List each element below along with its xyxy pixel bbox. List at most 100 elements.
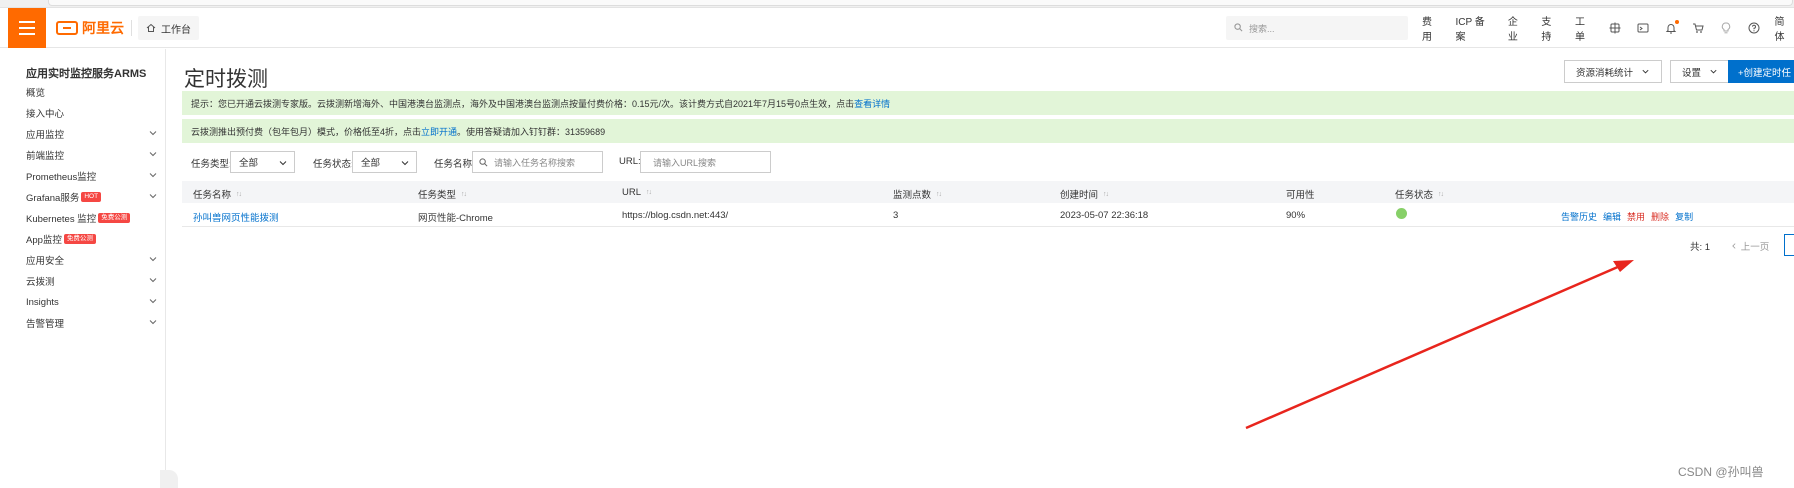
nav-link-billing[interactable]: 费用 (1422, 13, 1442, 43)
column-header-points[interactable]: 监测点数 ↑↓ (893, 187, 942, 201)
hamburger-menu-button[interactable] (8, 8, 46, 48)
created-time-cell: 2023-05-07 22:36:18 (1060, 210, 1149, 221)
top-scrollbar[interactable] (48, 0, 1793, 6)
url-input[interactable]: 请输入URL搜索 (640, 151, 771, 173)
nav-link-icp[interactable]: ICP 备案 (1456, 13, 1494, 43)
sidebar-item-label: 接入中心 (26, 109, 65, 120)
notification-dot (1674, 20, 1679, 24)
view-details-link[interactable]: 查看详情 (854, 97, 890, 110)
workbench-button[interactable]: 工作台 (138, 16, 199, 40)
page-number-box (1784, 234, 1794, 256)
global-search-input[interactable]: 搜索... (1226, 16, 1408, 40)
prev-page-button[interactable]: 上一页 (1730, 239, 1769, 253)
availability-cell: 90% (1286, 210, 1306, 221)
sidebar-item-insights[interactable]: Insights (26, 292, 158, 312)
sort-icon: ↑↓ (1103, 190, 1109, 198)
sidebar-item-alert-management[interactable]: 告警管理 (26, 313, 158, 333)
alert-history-link[interactable]: 告警历史 (1561, 210, 1597, 223)
nav-link-ticket[interactable]: 工单 (1575, 13, 1595, 43)
column-header-task-type[interactable]: 任务类型 ↑↓ (418, 187, 467, 201)
row-actions: 告警历史 编辑 禁用 删除 复制 (1561, 210, 1693, 223)
column-header-label: 任务名称 (193, 190, 232, 201)
column-header-task-name[interactable]: 任务名称 ↑↓ (193, 187, 242, 201)
sidebar: 应用实时监控服务ARMS 概览 接入中心 应用监控 前端监控 Prometheu… (8, 49, 166, 488)
chevron-down-icon (1642, 69, 1649, 74)
table-header: 任务名称 ↑↓ 任务类型 ↑↓ URL ↑↓ 监测点数 ↑↓ 创建时间 ↑↓ 可用性 任务… (182, 181, 1794, 203)
language-switch[interactable]: 简体 (1775, 13, 1794, 43)
sidebar-item-kubernetes[interactable]: Kubernetes 监控 免费公测 (26, 208, 158, 228)
task-status-select[interactable]: 全部 (352, 151, 417, 173)
task-name-link[interactable]: 孙叫兽网页性能拨测 (193, 210, 279, 224)
sidebar-item-grafana[interactable]: Grafana服务 HOT (26, 187, 158, 207)
column-header-label: 任务类型 (418, 190, 457, 201)
table-row: 孙叫兽网页性能拨测 网页性能-Chrome https://blog.csdn.… (182, 203, 1794, 227)
sidebar-item-label: App监控 (26, 235, 62, 246)
sidebar-item-access-center[interactable]: 接入中心 (26, 103, 158, 123)
notice-text: 提示：您已开通云拨测专家版。云拨测新增海外、中国港澳台监测点，海外及中国港澳台监… (191, 98, 855, 109)
cart-icon[interactable] (1692, 21, 1706, 35)
sidebar-title: 应用实时监控服务ARMS (26, 68, 147, 80)
task-name-input[interactable]: 请输入任务名称搜索 (472, 151, 603, 173)
resource-stats-label: 资源消耗统计 (1576, 67, 1634, 79)
edit-link[interactable]: 编辑 (1603, 210, 1621, 223)
notification-bell-icon[interactable] (1664, 20, 1679, 35)
settings-label: 设置 (1682, 67, 1702, 79)
sidebar-item-label: 前端监控 (26, 151, 65, 162)
column-header-created[interactable]: 创建时间 ↑↓ (1060, 187, 1109, 201)
disable-link[interactable]: 禁用 (1627, 210, 1645, 223)
sidebar-item-app-monitoring[interactable]: App监控 免费公测 (26, 229, 158, 249)
logo-text: 阿里云 (82, 20, 124, 36)
sidebar-item-frontend-monitor[interactable]: 前端监控 (26, 145, 158, 165)
terminal-icon[interactable] (1636, 21, 1650, 35)
pagination: 共: 1 上一页 (1690, 239, 1769, 253)
chevron-down-icon (149, 257, 157, 262)
task-type-cell: 网页性能-Chrome (418, 213, 493, 224)
aliyun-logo[interactable]: 阿里云 (56, 19, 124, 37)
menu-line-icon (19, 21, 35, 23)
free-beta-badge: 免费公测 (98, 213, 131, 223)
task-status-label: 任务状态: (313, 159, 354, 170)
column-header-label: 监测点数 (893, 190, 932, 201)
column-header-status[interactable]: 任务状态 ↑↓ (1395, 187, 1444, 201)
chevron-down-icon (401, 161, 409, 166)
sort-icon: ↑↓ (461, 190, 467, 198)
nav-link-enterprise[interactable]: 企业 (1508, 13, 1528, 43)
menu-line-icon (19, 33, 35, 35)
free-beta-badge: 免费公测 (63, 234, 96, 244)
task-type-value: 全部 (239, 158, 259, 169)
url-cell: https://blog.csdn.net:443/ (622, 210, 729, 221)
aliyun-logo-icon (56, 21, 78, 35)
sidebar-item-app-monitor[interactable]: 应用监控 (26, 124, 158, 144)
sidebar-item-label: Insights (26, 296, 59, 308)
browser-top-strip (0, 0, 1794, 8)
task-type-select[interactable]: 全部 (230, 151, 295, 173)
sidebar-item-overview[interactable]: 概览 (26, 82, 158, 102)
hot-badge: HOT (81, 192, 102, 202)
sidebar-item-label: Kubernetes 监控 (26, 214, 97, 225)
chevron-down-icon (149, 194, 157, 199)
sidebar-item-prometheus[interactable]: Prometheus监控 (26, 166, 158, 186)
column-header-label: 创建时间 (1060, 190, 1099, 201)
sidebar-item-label: Prometheus监控 (26, 172, 97, 183)
copy-link[interactable]: 复制 (1675, 210, 1693, 223)
notice-text: 云拨测推出预付费（包年包月）模式，价格低至4折，点击 (191, 126, 422, 137)
settings-button[interactable]: 设置 (1670, 60, 1731, 83)
create-task-button[interactable]: +创建定时任 (1728, 60, 1794, 83)
column-header-url[interactable]: URL ↑↓ (622, 187, 652, 198)
notice-banner-prepaid: 云拨测推出预付费（包年包月）模式，价格低至4折，点击 立即开通 。使用答疑请加入… (182, 119, 1794, 143)
sidebar-item-label: 应用监控 (26, 130, 65, 141)
notice-banner-pricing: 提示：您已开通云拨测专家版。云拨测新增海外、中国港澳台监测点，海外及中国港澳台监… (182, 91, 1794, 115)
url-label: URL: (619, 156, 641, 167)
resource-stats-button[interactable]: 资源消耗统计 (1564, 60, 1663, 83)
nav-link-support[interactable]: 支持 (1541, 13, 1561, 43)
sidebar-item-app-security[interactable]: 应用安全 (26, 250, 158, 270)
pagination-total: 共: 1 (1690, 242, 1711, 253)
activate-now-link[interactable]: 立即开通 (421, 125, 457, 138)
divider (131, 20, 132, 36)
lightbulb-icon[interactable] (1719, 21, 1733, 35)
delete-link[interactable]: 删除 (1651, 210, 1669, 223)
create-task-label: +创建定时任 (1738, 67, 1792, 79)
cloud-shell-icon[interactable] (1608, 21, 1622, 35)
sidebar-item-synthetic-test[interactable]: 云拨测 (26, 271, 158, 291)
help-icon[interactable] (1747, 21, 1761, 35)
